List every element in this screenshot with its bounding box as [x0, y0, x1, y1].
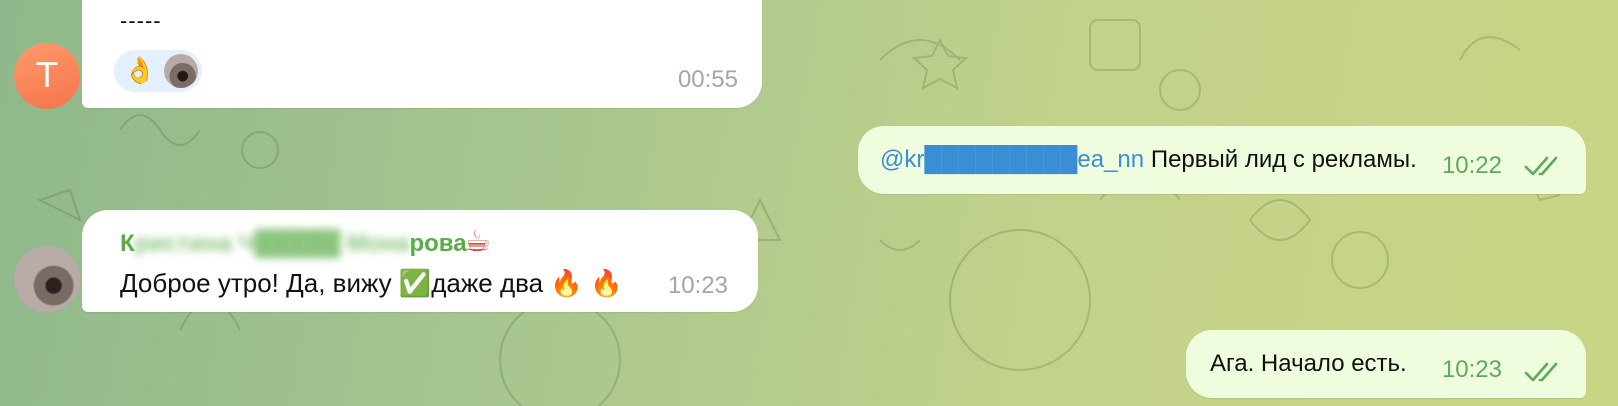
message-time: 00:55: [677, 66, 738, 93]
message-text: -----: [120, 8, 162, 33]
reaction-chip[interactable]: 👌: [114, 50, 202, 92]
sender-name[interactable]: Кристина Ч█████ Монарова: [120, 230, 467, 258]
coffee-emoji-icon: ☕: [464, 224, 491, 259]
ok-hand-emoji: 👌: [123, 56, 157, 86]
fire-emoji: 🔥: [589, 269, 623, 299]
message-time: 10:23: [667, 272, 728, 299]
outgoing-message[interactable]: Ага. Начало есть. 10:23: [1186, 330, 1586, 398]
message-text: @kr█████████ea_nn Первый лид с рекламы.: [880, 146, 1417, 174]
double-check-icon: [1524, 362, 1558, 382]
fire-emoji: 🔥: [550, 269, 583, 299]
double-check-icon: [1524, 156, 1558, 176]
avatar-letter: T: [36, 56, 58, 96]
user-mention-link[interactable]: @kr█████████ea_nn: [880, 146, 1144, 173]
check-mark-emoji: ✅: [398, 269, 432, 299]
incoming-message[interactable]: Кристина Ч█████ Монарова ☕ Доброе утро! …: [82, 210, 758, 312]
message-time: 10:23: [1441, 356, 1502, 383]
message-text: Доброе утро! Да, вижу ✅даже два 🔥 🔥: [120, 268, 623, 299]
message-time: 10:22: [1441, 152, 1502, 179]
avatar[interactable]: T: [14, 43, 80, 109]
message-text: Ага. Начало есть.: [1210, 350, 1407, 377]
message-body: Первый лид с рекламы.: [1150, 146, 1417, 173]
sender-name-blurred: ристина Ч█████ Мона: [134, 230, 410, 257]
outgoing-message[interactable]: @kr█████████ea_nn Первый лид с рекламы. …: [858, 126, 1586, 194]
reactor-avatar: [164, 54, 198, 88]
avatar[interactable]: [14, 246, 80, 312]
incoming-message[interactable]: ----- 👌 00:55: [82, 0, 762, 108]
